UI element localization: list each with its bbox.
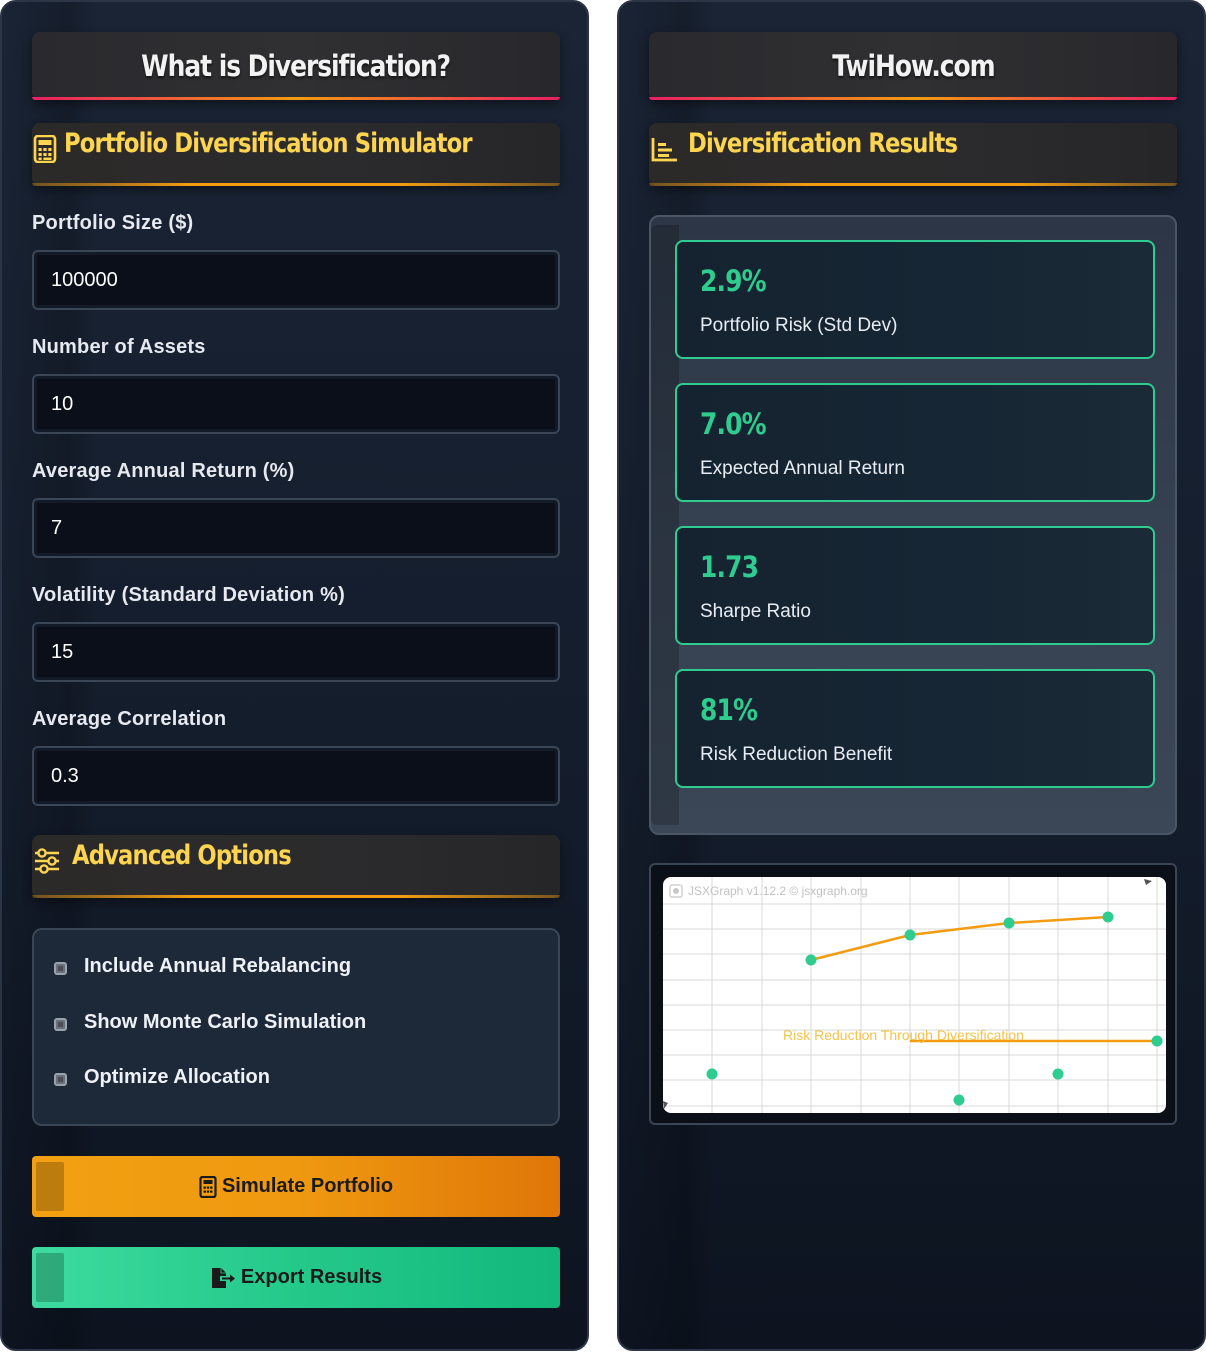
metric-value: 2.9% xyxy=(700,264,767,298)
optimize-allocation-label: Optimize Allocation xyxy=(84,1066,270,1088)
metric-card-risk-reduction: 81% Risk Reduction Benefit xyxy=(675,669,1155,788)
file-export-icon xyxy=(211,1267,235,1288)
metric-label: Risk Reduction Benefit xyxy=(700,744,893,765)
average-correlation-input[interactable] xyxy=(32,746,560,806)
results-heading: Diversification Results xyxy=(688,128,958,159)
simulate-portfolio-label: Simulate Portfolio xyxy=(221,1175,394,1197)
chart-svg: JSXGraph v1.12.2 © jsxgraph.org Risk Red… xyxy=(663,877,1166,1113)
metric-label: Portfolio Risk (Std Dev) xyxy=(700,315,898,336)
results-box: 2.9% Portfolio Risk (Std Dev) 7.0% Expec… xyxy=(649,215,1177,835)
metric-label: Expected Annual Return xyxy=(700,458,905,479)
simulate-portfolio-button[interactable]: Simulate Portfolio xyxy=(32,1156,560,1217)
average-correlation-label: Average Correlation xyxy=(32,708,227,730)
page-title-box: What is Diversification? xyxy=(32,32,560,100)
data-point xyxy=(1151,1035,1163,1047)
data-point xyxy=(706,1068,718,1080)
metric-card-portfolio-risk: 2.9% Portfolio Risk (Std Dev) xyxy=(675,240,1155,359)
sliders-icon xyxy=(35,848,59,874)
data-points xyxy=(706,911,1163,1106)
export-results-label: Export Results xyxy=(240,1266,383,1288)
axis-arrow-right xyxy=(1144,879,1152,885)
advanced-options-heading: Advanced Options xyxy=(72,840,292,871)
site-title-box: TwiHow.com xyxy=(649,32,1177,100)
calculator-icon xyxy=(199,1175,217,1198)
average-return-label: Average Annual Return (%) xyxy=(32,460,295,482)
advanced-options-box: Include Annual Rebalancing Show Monte Ca… xyxy=(32,928,560,1126)
page-title: What is Diversification? xyxy=(141,49,452,83)
jsxgraph-navigation[interactable] xyxy=(669,884,683,898)
export-results-button[interactable]: Export Results xyxy=(32,1247,560,1308)
data-point xyxy=(1052,1068,1064,1080)
metric-value: 7.0% xyxy=(700,407,767,441)
chart-annotation: Risk Reduction Through Diversification xyxy=(783,1027,1024,1043)
calculator-icon xyxy=(33,135,57,163)
metric-card-sharpe-ratio: 1.73 Sharpe Ratio xyxy=(675,526,1155,645)
metric-value: 1.73 xyxy=(700,550,759,584)
chart-frame: JSXGraph v1.12.2 © jsxgraph.org Risk Red… xyxy=(649,863,1177,1125)
jsxgraph-credit: JSXGraph v1.12.2 © jsxgraph.org xyxy=(688,884,868,898)
metric-value: 81% xyxy=(700,693,758,727)
data-point xyxy=(1003,917,1015,929)
monte-carlo-label: Show Monte Carlo Simulation xyxy=(84,1011,367,1033)
data-point xyxy=(904,929,916,941)
bar-chart-icon xyxy=(651,138,677,162)
portfolio-size-input[interactable] xyxy=(32,250,560,310)
site-title: TwiHow.com xyxy=(831,49,995,83)
volatility-input[interactable] xyxy=(32,622,560,682)
simulator-panel: What is Diversification? Portfolio Diver… xyxy=(0,0,589,1351)
metric-label: Sharpe Ratio xyxy=(700,601,811,622)
portfolio-size-label: Portfolio Size ($) xyxy=(32,212,194,234)
option-monte-carlo[interactable]: Show Monte Carlo Simulation xyxy=(54,1011,366,1034)
option-optimize-allocation[interactable]: Optimize Allocation xyxy=(54,1066,270,1089)
option-annual-rebalancing[interactable]: Include Annual Rebalancing xyxy=(54,955,351,978)
monte-carlo-checkbox[interactable] xyxy=(54,1018,67,1031)
grid xyxy=(663,877,1166,1113)
number-of-assets-input[interactable] xyxy=(32,374,560,434)
rebalancing-label: Include Annual Rebalancing xyxy=(84,955,352,977)
simulator-heading: Portfolio Diversification Simulator xyxy=(64,128,473,159)
rebalancing-checkbox[interactable] xyxy=(54,962,67,975)
data-point xyxy=(953,1094,965,1106)
metric-card-expected-return: 7.0% Expected Annual Return xyxy=(675,383,1155,502)
axis-arrow-left xyxy=(663,1101,668,1109)
advanced-options-heading-box: Advanced Options xyxy=(32,835,560,898)
data-point xyxy=(1102,911,1114,923)
simulator-heading-box: Portfolio Diversification Simulator xyxy=(32,123,560,186)
optimize-allocation-checkbox[interactable] xyxy=(54,1073,67,1086)
data-point xyxy=(805,954,817,966)
jsxgraph-board[interactable]: JSXGraph v1.12.2 © jsxgraph.org Risk Red… xyxy=(663,877,1166,1113)
results-heading-box: Diversification Results xyxy=(649,123,1177,186)
volatility-label: Volatility (Standard Deviation %) xyxy=(32,584,345,606)
results-panel: TwiHow.com Diversification Results 2.9% … xyxy=(617,0,1206,1351)
number-of-assets-label: Number of Assets xyxy=(32,336,206,358)
average-return-input[interactable] xyxy=(32,498,560,558)
